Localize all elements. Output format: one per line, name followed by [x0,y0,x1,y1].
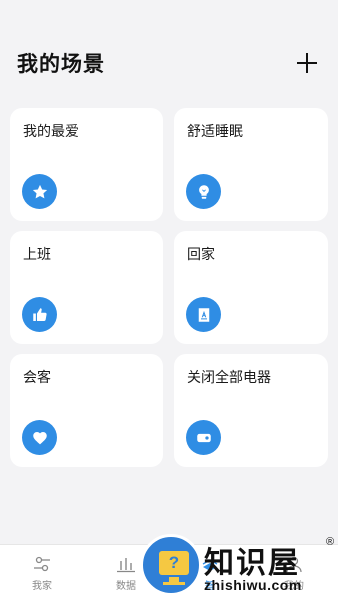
bar-chart-icon [117,557,135,572]
scene-card-home[interactable]: 回家 [174,231,328,344]
scene-card-all-off[interactable]: 关闭全部电器 [174,354,328,467]
scene-card-label: 上班 [23,246,51,262]
watermark-url: zhishiwu.com [204,577,302,593]
question-mark: ? [168,553,180,572]
home-sliders-icon [34,556,50,571]
tab-label: 数据 [116,580,136,592]
monitor-icon: ? [159,551,189,575]
scene-card-label: 会客 [23,369,51,385]
toggle-off-icon[interactable] [186,420,221,455]
star-icon[interactable] [22,174,57,209]
lightbulb-icon[interactable] [186,174,221,209]
tab-label: 我家 [32,580,52,592]
watermark-logo: ? 知识屋 ® zhishiwu.com [140,534,338,600]
tab-my-home[interactable]: 我家 [0,545,84,600]
scene-card-sleep[interactable]: 舒适睡眠 [174,108,328,221]
registered-mark: ® [326,536,335,548]
scene-card-work[interactable]: 上班 [10,231,163,344]
watermark-text: 知识屋 [204,546,300,581]
door-icon[interactable] [186,297,221,332]
scene-card-guest[interactable]: 会客 [10,354,163,467]
scene-card-label: 关闭全部电器 [187,369,271,385]
scene-grid: 我的最爱 舒适睡眠 上班 回家 会客 关闭全部电器 [10,108,328,467]
scene-card-favorite[interactable]: 我的最爱 [10,108,163,221]
heart-icon[interactable] [22,420,57,455]
add-scene-button[interactable] [296,52,318,74]
thumbs-up-icon[interactable] [22,297,57,332]
page-title: 我的场景 [17,53,105,76]
header: 我的场景 [0,0,338,100]
scene-card-label: 我的最爱 [23,123,79,139]
scene-card-label: 回家 [187,246,215,262]
scene-card-label: 舒适睡眠 [187,123,243,139]
monitor-base [163,582,185,585]
watermark-badge: ? [140,534,202,596]
